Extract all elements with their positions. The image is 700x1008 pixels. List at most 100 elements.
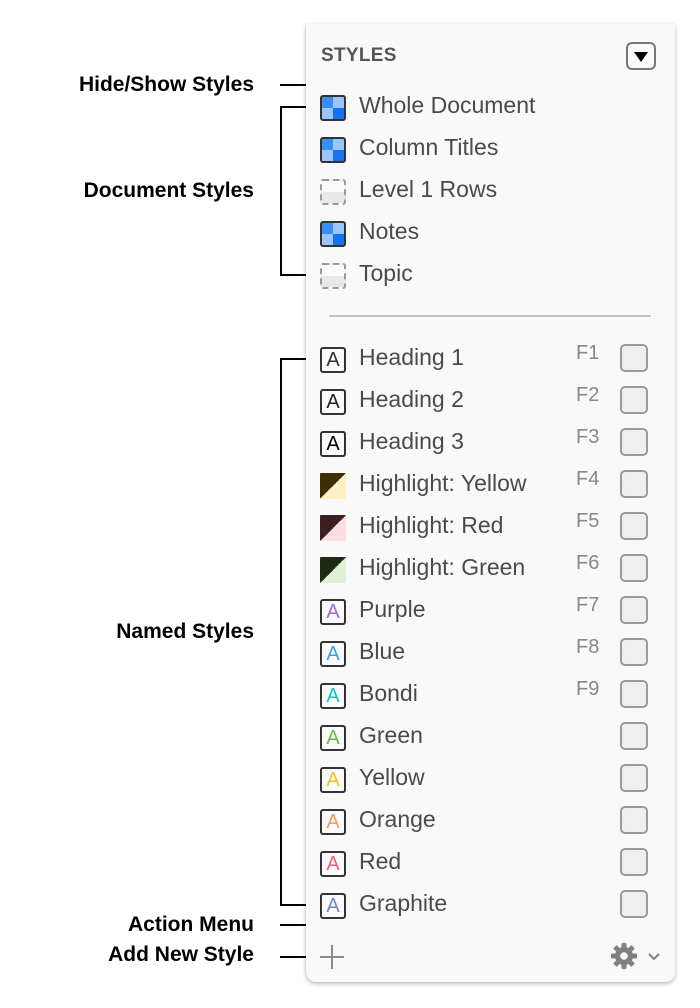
named-style-label: Heading 3 xyxy=(359,428,464,454)
style-checkbox[interactable] xyxy=(620,470,648,498)
style-checkbox[interactable] xyxy=(620,386,648,414)
letter-a-icon: A xyxy=(320,893,346,919)
highlight-swatch-icon xyxy=(320,557,346,583)
document-style-label: Whole Document xyxy=(359,92,536,118)
style-checkbox[interactable] xyxy=(620,344,648,372)
named-style-label: Purple xyxy=(359,596,426,622)
letter-a-icon: A xyxy=(320,809,346,835)
letter-a-icon: A xyxy=(320,431,346,457)
callout-document-styles: Document Styles xyxy=(83,179,254,202)
document-style-item[interactable]: Whole Document xyxy=(318,90,668,121)
document-style-item[interactable]: Topic xyxy=(318,258,668,289)
letter-a-icon: A xyxy=(320,599,346,625)
style-checkbox[interactable] xyxy=(620,722,648,750)
named-style-item[interactable]: A Bondi F9 xyxy=(318,678,668,709)
named-style-label: Green xyxy=(359,722,423,748)
empty-dashed-icon xyxy=(320,263,346,289)
bracket-named-top xyxy=(280,358,306,360)
letter-a-icon: A xyxy=(320,683,346,709)
bracket-document-vertical xyxy=(280,106,282,275)
shortcut-key: F7 xyxy=(576,594,600,616)
letter-a-icon: A xyxy=(320,725,346,751)
named-style-label: Bondi xyxy=(359,680,418,706)
named-style-item[interactable]: A Graphite xyxy=(318,888,668,919)
document-style-label: Level 1 Rows xyxy=(359,176,498,202)
named-style-label: Red xyxy=(359,848,402,874)
named-style-item[interactable]: A Red xyxy=(318,846,668,877)
callout-named-styles: Named Styles xyxy=(116,620,254,643)
gear-icon xyxy=(611,943,637,969)
style-checkbox[interactable] xyxy=(620,512,648,540)
named-style-item[interactable]: A Heading 2 F2 xyxy=(318,384,668,415)
bracket-named-bottom xyxy=(280,904,306,906)
bracket-named-vertical xyxy=(280,358,282,905)
style-checkbox[interactable] xyxy=(620,554,648,582)
highlight-swatch-icon xyxy=(320,515,346,541)
section-divider xyxy=(329,315,651,317)
letter-a-icon: A xyxy=(320,389,346,415)
action-menu-button[interactable] xyxy=(609,941,665,971)
shortcut-key: F9 xyxy=(576,678,600,700)
letter-a-icon: A xyxy=(320,767,346,793)
named-style-label: Yellow xyxy=(359,764,425,790)
shortcut-key: F2 xyxy=(576,384,600,406)
shortcut-key: F8 xyxy=(576,636,600,658)
named-style-label: Heading 2 xyxy=(359,386,464,412)
document-style-label: Column Titles xyxy=(359,134,499,160)
blue-checker-icon xyxy=(320,221,346,247)
document-style-item[interactable]: Notes xyxy=(318,216,668,247)
callout-action-menu: Action Menu xyxy=(128,913,254,936)
leader-add-new-style xyxy=(280,956,306,958)
named-style-label: Blue xyxy=(359,638,406,664)
letter-a-icon: A xyxy=(320,347,346,373)
named-style-label: Highlight: Yellow xyxy=(359,470,527,496)
shortcut-key: F4 xyxy=(576,468,600,490)
style-checkbox[interactable] xyxy=(620,428,648,456)
named-style-item[interactable]: Highlight: Green F6 xyxy=(318,552,668,583)
shortcut-key: F3 xyxy=(576,426,600,448)
bracket-document-bottom xyxy=(280,274,306,276)
style-checkbox[interactable] xyxy=(620,680,648,708)
style-checkbox[interactable] xyxy=(620,848,648,876)
named-style-item[interactable]: A Heading 3 F3 xyxy=(318,426,668,457)
named-style-label: Orange xyxy=(359,806,436,832)
named-style-label: Heading 1 xyxy=(359,344,464,370)
document-style-item[interactable]: Level 1 Rows xyxy=(318,174,668,205)
shortcut-key: F1 xyxy=(576,342,600,364)
style-checkbox[interactable] xyxy=(620,638,648,666)
letter-a-icon: A xyxy=(320,641,346,667)
named-style-item[interactable]: A Yellow xyxy=(318,762,668,793)
blue-checker-icon xyxy=(320,137,346,163)
shortcut-key: F6 xyxy=(576,552,600,574)
named-style-item[interactable]: A Blue F8 xyxy=(318,636,668,667)
highlight-swatch-icon xyxy=(320,473,346,499)
bracket-document-top xyxy=(280,106,306,108)
document-style-item[interactable]: Column Titles xyxy=(318,132,668,163)
hide-show-styles-button[interactable] xyxy=(626,42,656,70)
named-style-item[interactable]: A Orange xyxy=(318,804,668,835)
add-style-button[interactable] xyxy=(320,945,344,969)
named-style-label: Highlight: Red xyxy=(359,512,504,538)
style-checkbox[interactable] xyxy=(620,806,648,834)
callout-add-new-style: Add New Style xyxy=(108,943,254,966)
document-style-label: Notes xyxy=(359,218,420,244)
named-style-label: Highlight: Green xyxy=(359,554,526,580)
panel-title: STYLES xyxy=(321,45,397,66)
named-style-item[interactable]: Highlight: Yellow F4 xyxy=(318,468,668,499)
callout-hide-show-styles: Hide/Show Styles xyxy=(78,73,254,96)
empty-dashed-icon xyxy=(320,179,346,205)
named-style-item[interactable]: Highlight: Red F5 xyxy=(318,510,668,541)
document-style-label: Topic xyxy=(359,260,413,286)
letter-a-icon: A xyxy=(320,851,346,877)
style-checkbox[interactable] xyxy=(620,764,648,792)
named-style-item[interactable]: A Purple F7 xyxy=(318,594,668,625)
named-style-label: Graphite xyxy=(359,890,448,916)
style-checkbox[interactable] xyxy=(620,890,648,918)
named-style-item[interactable]: A Green xyxy=(318,720,668,751)
named-style-item[interactable]: A Heading 1 F1 xyxy=(318,342,668,373)
chevron-down-icon xyxy=(648,953,660,961)
style-checkbox[interactable] xyxy=(620,596,648,624)
shortcut-key: F5 xyxy=(576,510,600,532)
blue-checker-icon xyxy=(320,95,346,121)
styles-panel: STYLES Whole Document Column Titles Level … xyxy=(306,24,675,982)
